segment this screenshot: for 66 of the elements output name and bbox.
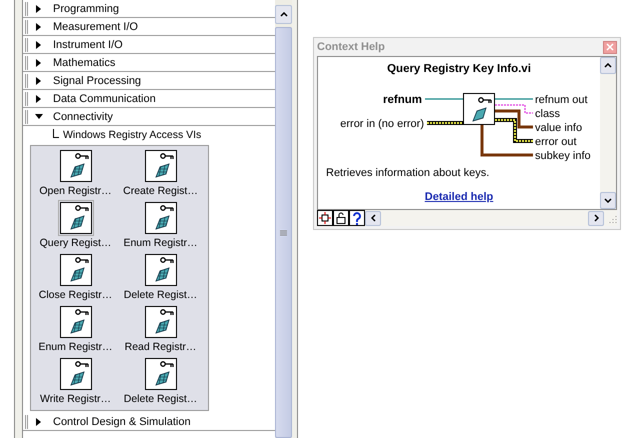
grip-icon (280, 230, 287, 236)
output-terminal-label: value info (535, 122, 582, 134)
category-row[interactable]: Connectivity (23, 108, 275, 126)
expand-triangle-icon (35, 418, 43, 426)
vi-label: Read Registr… (124, 341, 196, 353)
scroll-right-button[interactable] (588, 210, 604, 226)
vi-label: Write Registr… (40, 393, 111, 405)
vi-label: Create Regist… (123, 185, 198, 197)
expand-triangle-icon (35, 94, 43, 102)
resize-grip-icon (607, 213, 617, 223)
scroll-down-button[interactable] (600, 192, 616, 209)
vi-label: Delete Regist… (124, 289, 198, 301)
close-icon (606, 43, 614, 51)
description-text: Retrieves information about keys. (326, 167, 490, 179)
category-row[interactable]: Data Communication (23, 90, 275, 108)
scroll-up-button[interactable] (275, 5, 292, 24)
input-terminal-label: error in (no error) (340, 118, 424, 130)
vi-title: Query Registry Key Info.vi (387, 63, 531, 75)
vi-label: Delete Regist… (124, 393, 198, 405)
vi-icon[interactable] (142, 200, 178, 236)
category-row[interactable]: Signal Processing (23, 72, 275, 90)
vi-label: Close Registr… (38, 289, 112, 301)
question-mark-icon (352, 212, 362, 224)
scroll-up-button[interactable] (600, 57, 616, 74)
expand-triangle-icon (35, 4, 43, 12)
detailed-help-link[interactable]: Detailed help (424, 191, 494, 203)
subpalette-row[interactable]: Windows Registry Access VIs (23, 126, 275, 144)
scrollbar[interactable] (600, 57, 616, 209)
output-terminal-label: class (535, 108, 560, 120)
category-row[interactable]: Programming (23, 0, 275, 18)
category-row[interactable]: Mathematics (23, 54, 275, 72)
show-terminals-button[interactable] (317, 210, 333, 226)
vi-icon[interactable] (58, 356, 94, 392)
expand-triangle-icon (35, 40, 43, 48)
output-terminal-label: error out (535, 136, 577, 148)
vi-icon (463, 93, 495, 125)
vi-icon[interactable] (142, 148, 178, 184)
output-terminal-label: subkey info (535, 150, 591, 161)
help-button[interactable] (349, 210, 365, 226)
vi-label: Enum Registr… (38, 341, 113, 353)
close-button[interactable] (603, 40, 617, 54)
vi-label: Open Registr… (39, 185, 112, 197)
expand-triangle-icon (35, 58, 43, 66)
vi-icon[interactable] (142, 304, 178, 340)
padlock-icon (336, 212, 346, 224)
category-row[interactable]: Instrument I/O (23, 36, 275, 54)
vi-icon[interactable] (58, 252, 94, 288)
vi-icon[interactable] (58, 304, 94, 340)
category-row[interactable]: Control Design & Simulation (23, 413, 275, 431)
collapse-triangle-icon (35, 112, 43, 120)
input-terminal-label: refnum (383, 94, 422, 106)
scroll-left-button[interactable] (365, 210, 381, 226)
vi-label: Query Regist… (40, 237, 112, 249)
lock-button[interactable] (333, 210, 349, 226)
vi-icon[interactable] (58, 148, 94, 184)
horizontal-scrollbar[interactable] (365, 210, 604, 226)
vi-icon[interactable] (58, 200, 94, 236)
category-row[interactable]: Measurement I/O (23, 18, 275, 36)
expand-triangle-icon (35, 22, 43, 30)
vi-icon[interactable] (142, 252, 178, 288)
output-terminal-label: refnum out (535, 94, 588, 106)
vi-icon[interactable] (142, 356, 178, 392)
vi-label: Enum Registr… (123, 237, 198, 249)
window-title: Context Help (317, 41, 385, 53)
terminal-icon (319, 212, 331, 224)
expand-triangle-icon (35, 76, 43, 84)
